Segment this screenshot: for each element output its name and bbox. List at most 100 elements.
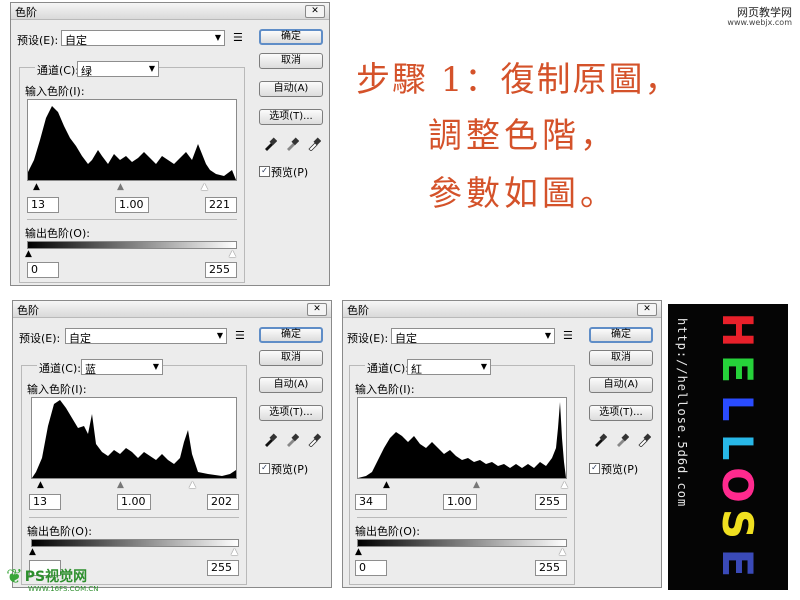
- output-levels-label: 输出色阶(O):: [25, 227, 90, 240]
- channel-select[interactable]: 绿 ▼: [77, 61, 159, 78]
- output-white-field[interactable]: 255: [205, 262, 237, 278]
- preset-value: 自定: [65, 34, 87, 47]
- site-url-vertical: http://hellose.5d6d.com: [675, 318, 689, 508]
- chevron-down-icon: ▼: [544, 331, 551, 340]
- list-menu-icon[interactable]: ☰: [235, 329, 245, 342]
- input-gamma-field[interactable]: 1.00: [117, 494, 151, 510]
- white-point-slider[interactable]: ▲: [189, 481, 196, 490]
- channel-select[interactable]: 紅 ▼: [407, 359, 491, 376]
- channel-select[interactable]: 蓝 ▼: [81, 359, 163, 376]
- watermark-url: www.webjx.com: [727, 18, 792, 27]
- black-point-slider[interactable]: ▲: [37, 481, 44, 490]
- options-button[interactable]: 选项(T)...: [259, 109, 323, 125]
- output-black-slider[interactable]: ▲: [25, 250, 32, 259]
- white-point-slider[interactable]: ▲: [201, 183, 208, 192]
- input-black-field[interactable]: 13: [29, 494, 61, 510]
- output-gradient: [27, 241, 237, 249]
- annotation-line-2: 調整色階，: [428, 116, 618, 156]
- output-black-field[interactable]: 0: [27, 262, 59, 278]
- input-gamma-field[interactable]: 1.00: [115, 197, 149, 213]
- eyedropper-gray-icon[interactable]: [285, 433, 299, 447]
- gamma-slider[interactable]: ▲: [117, 183, 124, 192]
- divider: [29, 517, 239, 518]
- eyedropper-gray-icon[interactable]: [285, 137, 299, 151]
- cancel-button[interactable]: 取消: [589, 350, 653, 366]
- chevron-down-icon: ▼: [214, 33, 221, 42]
- levels-dialog-blue: 色阶 ✕ 预设(E): 自定 ▼ ☰ 确定 取消 自动(A) 选项(T)... …: [12, 300, 332, 588]
- histogram-plot: [358, 402, 566, 478]
- list-menu-icon[interactable]: ☰: [563, 329, 573, 342]
- output-white-slider[interactable]: ▲: [559, 548, 566, 557]
- ok-button[interactable]: 确定: [259, 29, 323, 45]
- eyedropper-white-icon[interactable]: [307, 433, 321, 447]
- eyedropper-white-icon[interactable]: [637, 433, 651, 447]
- levels-dialog-red: 色阶 ✕ 预设(E): 自定 ▼ ☰ 确定 取消 自动(A) 选项(T)... …: [342, 300, 662, 588]
- logo-brand: PS视觉网: [24, 569, 88, 585]
- input-gamma-field[interactable]: 1.00: [443, 494, 477, 510]
- preset-value: 自定: [395, 332, 417, 345]
- output-levels-label: 输出色阶(O):: [27, 525, 92, 538]
- title-bar[interactable]: 色阶 ✕: [11, 3, 329, 20]
- gamma-slider[interactable]: ▲: [117, 481, 124, 490]
- preview-label: 预览(P): [271, 463, 309, 476]
- annotation-line-3: 參數如圖。: [428, 174, 618, 214]
- preset-select[interactable]: 自定 ▼: [391, 328, 555, 345]
- leaf-icon: ❦: [6, 564, 23, 588]
- input-white-field[interactable]: 221: [205, 197, 237, 213]
- ps-logo: ❦ PS视觉网 WWW.16FS.COM.CN: [6, 564, 98, 593]
- checkmark-icon: ✓: [261, 166, 268, 175]
- black-point-slider[interactable]: ▲: [33, 183, 40, 192]
- ok-button[interactable]: 确定: [259, 327, 323, 343]
- input-white-field[interactable]: 202: [207, 494, 239, 510]
- gamma-slider[interactable]: ▲: [473, 481, 480, 490]
- preview-checkbox[interactable]: ✓: [259, 166, 270, 177]
- eyedropper-black-icon[interactable]: [263, 433, 277, 447]
- output-white-field[interactable]: 255: [535, 560, 567, 576]
- preset-select[interactable]: 自定 ▼: [61, 30, 225, 47]
- divider: [357, 517, 567, 518]
- close-icon[interactable]: ✕: [305, 5, 325, 18]
- preview-checkbox[interactable]: ✓: [589, 463, 600, 474]
- eyedropper-black-icon[interactable]: [593, 433, 607, 447]
- output-black-field[interactable]: 0: [355, 560, 387, 576]
- auto-button[interactable]: 自动(A): [259, 377, 323, 393]
- input-black-field[interactable]: 13: [27, 197, 59, 213]
- white-point-slider[interactable]: ▲: [561, 481, 568, 490]
- output-black-slider[interactable]: ▲: [29, 548, 36, 557]
- input-levels-label: 输入色阶(I):: [27, 383, 87, 396]
- title-bar[interactable]: 色阶 ✕: [343, 301, 661, 318]
- output-white-slider[interactable]: ▲: [231, 548, 238, 557]
- output-black-slider[interactable]: ▲: [355, 548, 362, 557]
- close-icon[interactable]: ✕: [637, 303, 657, 316]
- auto-button[interactable]: 自动(A): [259, 81, 323, 97]
- eyedropper-white-icon[interactable]: [307, 137, 321, 151]
- channel-value: 紅: [411, 363, 422, 376]
- preset-value: 自定: [69, 332, 91, 345]
- logo-site: WWW.16FS.COM.CN: [28, 585, 99, 593]
- list-menu-icon[interactable]: ☰: [233, 31, 243, 44]
- preview-checkbox[interactable]: ✓: [259, 463, 270, 474]
- options-button[interactable]: 选项(T)...: [589, 405, 653, 421]
- output-white-slider[interactable]: ▲: [229, 250, 236, 259]
- cancel-button[interactable]: 取消: [259, 53, 323, 69]
- title-bar[interactable]: 色阶 ✕: [13, 301, 331, 318]
- preset-select[interactable]: 自定 ▼: [65, 328, 227, 345]
- dialog-title: 色阶: [15, 6, 37, 19]
- options-button[interactable]: 选项(T)...: [259, 405, 323, 421]
- preset-label: 预设(E):: [17, 34, 59, 47]
- eyedropper-gray-icon[interactable]: [615, 433, 629, 447]
- preview-label: 预览(P): [601, 463, 639, 476]
- cancel-button[interactable]: 取消: [259, 350, 323, 366]
- black-point-slider[interactable]: ▲: [383, 481, 390, 490]
- eyedropper-black-icon[interactable]: [263, 137, 277, 151]
- divider: [27, 219, 237, 220]
- channel-label: 通道(C):: [365, 360, 411, 376]
- preview-label: 预览(P): [271, 166, 309, 179]
- input-white-field[interactable]: 255: [535, 494, 567, 510]
- output-white-field[interactable]: 255: [207, 560, 239, 576]
- auto-button[interactable]: 自动(A): [589, 377, 653, 393]
- input-black-field[interactable]: 34: [355, 494, 387, 510]
- ok-button[interactable]: 确定: [589, 327, 653, 343]
- close-icon[interactable]: ✕: [307, 303, 327, 316]
- histogram-plot: [32, 400, 236, 478]
